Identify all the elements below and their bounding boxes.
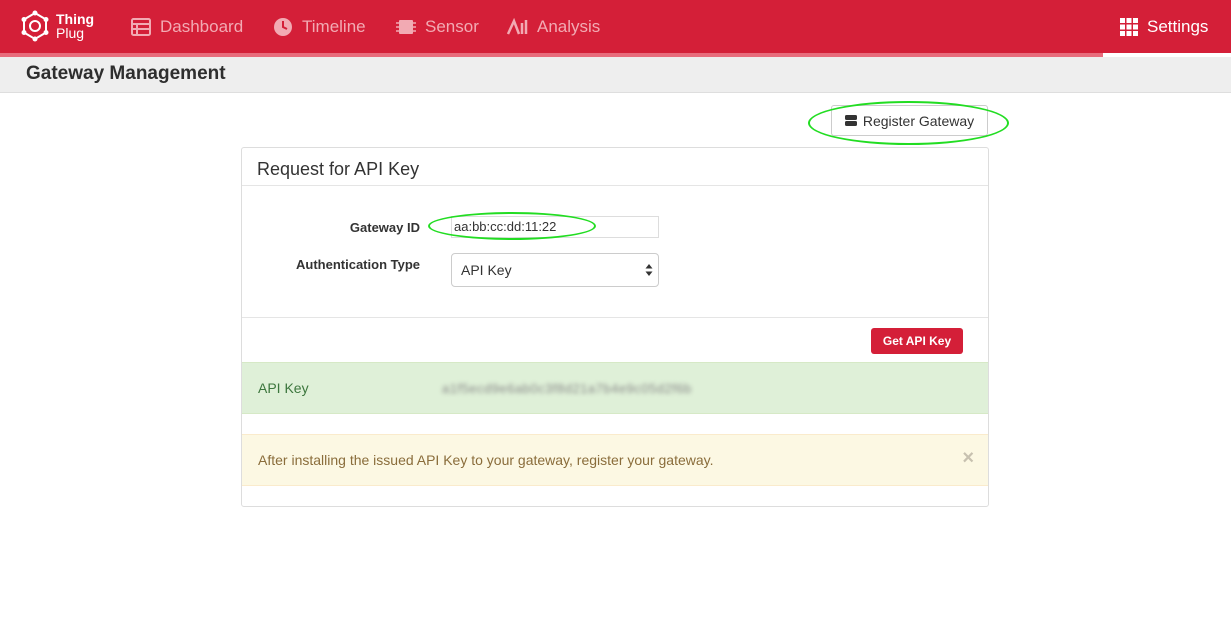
close-icon[interactable]: × [962, 448, 974, 468]
dashboard-icon [131, 17, 151, 36]
grid-icon [1120, 17, 1138, 36]
nav-settings-label: Settings [1147, 16, 1209, 36]
server-icon [844, 115, 857, 126]
api-key-value: a1f5ecd9e6ab0c3f8d21a7b4e9c05d2f6b [442, 381, 692, 396]
api-key-result: API Key a1f5ecd9e6ab0c3f8d21a7b4e9c05d2f… [242, 362, 988, 414]
thingplug-logo[interactable]: Thing Plug [18, 6, 94, 46]
register-gateway-label: Register Gateway [862, 112, 975, 129]
auth-type-select[interactable]: API Key [451, 253, 659, 287]
logo-icon [21, 10, 49, 42]
analysis-icon [506, 17, 528, 35]
chip-icon [396, 19, 416, 34]
gateway-id-input[interactable]: aa:bb:cc:dd:11:22 [451, 216, 659, 238]
nav-timeline-label: Timeline [302, 16, 366, 36]
register-gateway-button[interactable]: Register Gateway [831, 105, 988, 136]
panel-divider-top [242, 185, 988, 186]
get-api-key-button[interactable]: Get API Key [871, 328, 963, 354]
nav-settings[interactable]: Settings [1120, 0, 1208, 53]
page-title: Gateway Management [26, 63, 226, 84]
nav-sensor-label: Sensor [425, 16, 479, 36]
logo-line1: Thing [56, 11, 95, 27]
nav-dashboard-label: Dashboard [160, 16, 244, 36]
nav-dashboard[interactable]: Dashboard [131, 0, 243, 53]
top-navbar: Thing Plug Dashboard Timeline Sensor Ana… [0, 0, 1231, 53]
notice-text: After installing the issued API Key to y… [258, 452, 714, 468]
info-notice: After installing the issued API Key to y… [242, 434, 988, 486]
clock-icon [274, 17, 292, 36]
logo-line2: Plug [56, 25, 85, 41]
auth-type-label: Authentication Type [296, 257, 420, 272]
select-arrows-icon [645, 264, 653, 276]
gateway-id-label: Gateway ID [349, 220, 420, 235]
nav-sensor[interactable]: Sensor [396, 0, 479, 53]
panel-title: Request for API Key [257, 159, 420, 179]
panel-divider-mid [242, 317, 988, 318]
page-header: Gateway Management [0, 57, 1231, 93]
nav-timeline[interactable]: Timeline [273, 0, 366, 53]
nav-analysis-label: Analysis [537, 16, 601, 36]
auth-type-value: API Key [461, 262, 512, 278]
api-key-label: API Key [258, 380, 309, 396]
nav-analysis[interactable]: Analysis [506, 0, 600, 53]
logo-text: Thing Plug [56, 12, 94, 40]
api-key-panel: Request for API Key Gateway ID aa:bb:cc:… [241, 147, 989, 507]
